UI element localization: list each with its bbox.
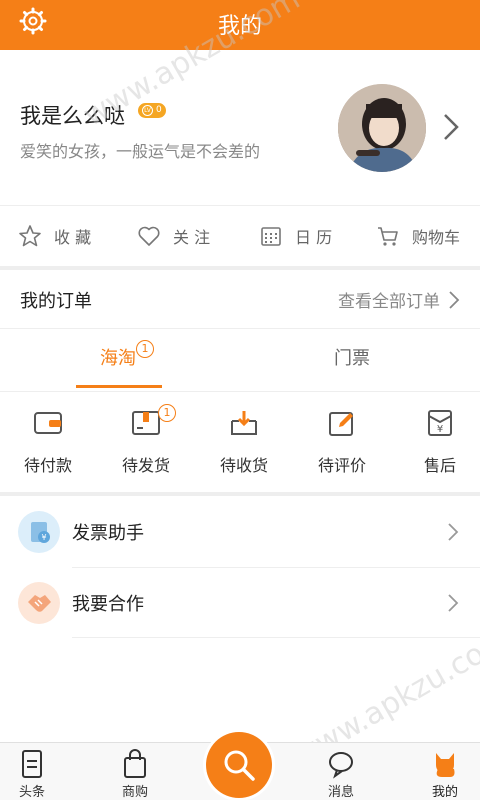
follow-label: 关 注 bbox=[173, 228, 211, 247]
nav-shopping[interactable]: 商购 bbox=[105, 749, 165, 800]
level-badge-label: LV bbox=[142, 105, 153, 116]
status-pending-review[interactable]: 待评价 bbox=[294, 408, 390, 476]
view-all-orders-link[interactable]: 查看全部订单 bbox=[338, 287, 440, 312]
avatar-image bbox=[338, 84, 426, 172]
status-pending-payment[interactable]: 待付款 bbox=[0, 408, 96, 476]
chevron-right-icon bbox=[448, 523, 459, 541]
status-label: 待评价 bbox=[317, 456, 366, 475]
svg-text:¥: ¥ bbox=[41, 533, 46, 542]
nav-label: 我的 bbox=[431, 785, 458, 800]
follow-button[interactable]: 关 注 bbox=[137, 223, 210, 249]
section-divider bbox=[0, 492, 480, 496]
heart-icon bbox=[138, 226, 160, 246]
status-label: 待付款 bbox=[23, 456, 72, 475]
status-after-sales[interactable]: ¥ 售后 bbox=[392, 408, 480, 476]
star-icon bbox=[19, 225, 41, 247]
refund-icon: ¥ bbox=[428, 410, 452, 436]
level-badge: LV 0 bbox=[138, 103, 166, 118]
tab-active-indicator bbox=[76, 385, 162, 388]
chevron-right-icon bbox=[448, 594, 459, 612]
nav-messages[interactable]: 消息 bbox=[311, 749, 371, 800]
tab-tickets[interactable]: 门票 bbox=[334, 344, 370, 370]
cat-icon bbox=[436, 753, 455, 777]
status-label: 售后 bbox=[423, 456, 456, 475]
menu-invoice-assistant[interactable]: ¥ 发票助手 bbox=[0, 497, 480, 567]
top-header: 我的 bbox=[0, 0, 480, 50]
edit-icon bbox=[329, 412, 353, 436]
search-icon bbox=[224, 750, 255, 781]
chevron-right-icon[interactable] bbox=[448, 290, 460, 310]
nav-label: 商购 bbox=[121, 785, 148, 800]
avatar[interactable] bbox=[338, 84, 426, 172]
chevron-right-icon[interactable] bbox=[442, 112, 460, 142]
nav-label: 头条 bbox=[18, 785, 45, 800]
page-title: 我的 bbox=[217, 14, 262, 39]
menu-cooperation[interactable]: 我要合作 bbox=[0, 568, 480, 638]
handshake-icon bbox=[18, 582, 60, 624]
tab-haitao[interactable]: 海淘 bbox=[100, 344, 136, 370]
shopping-bag-icon bbox=[124, 749, 146, 778]
menu-label: 我要合作 bbox=[72, 594, 144, 615]
wallet-icon bbox=[34, 412, 62, 434]
cart-label: 购物车 bbox=[412, 228, 461, 247]
svg-text:¥: ¥ bbox=[437, 424, 443, 435]
search-button[interactable] bbox=[206, 732, 272, 798]
profile-card[interactable]: 我是么么哒 LV 0 爱笑的女孩，一般运气是不会差的 bbox=[0, 50, 480, 205]
order-status-row: 待付款 待发货 1 待收货 待评价 ¥ 售后 bbox=[0, 392, 480, 492]
nav-label: 消息 bbox=[327, 785, 354, 800]
message-icon bbox=[329, 752, 353, 779]
profile-name: 我是么么哒 bbox=[20, 104, 125, 128]
nav-mine[interactable]: 我的 bbox=[415, 749, 475, 800]
orders-header: 我的订单 查看全部订单 bbox=[0, 270, 480, 328]
divider bbox=[72, 637, 480, 638]
orders-title: 我的订单 bbox=[20, 291, 92, 312]
status-badge: 1 bbox=[158, 404, 176, 422]
favorites-button[interactable]: 收 藏 bbox=[18, 223, 91, 249]
news-icon bbox=[22, 750, 42, 778]
quick-actions-bar: 收 藏 关 注 日 历 购物车 bbox=[0, 206, 480, 266]
status-pending-shipment[interactable]: 待发货 bbox=[98, 408, 194, 476]
order-tabs: 海淘 1 门票 bbox=[0, 329, 480, 391]
inbox-icon bbox=[231, 411, 257, 435]
calendar-button[interactable]: 日 历 bbox=[259, 223, 332, 249]
level-badge-value: 0 bbox=[156, 105, 162, 115]
cart-icon bbox=[378, 227, 398, 246]
package-icon bbox=[132, 411, 160, 435]
nav-headlines[interactable]: 头条 bbox=[2, 749, 62, 800]
favorites-label: 收 藏 bbox=[54, 228, 92, 247]
calendar-icon bbox=[261, 227, 281, 246]
menu-label: 发票助手 bbox=[72, 523, 144, 544]
invoice-icon: ¥ bbox=[18, 511, 60, 553]
profile-motto: 爱笑的女孩，一般运气是不会差的 bbox=[20, 142, 261, 161]
status-label: 待发货 bbox=[121, 456, 170, 475]
status-pending-receipt[interactable]: 待收货 bbox=[196, 408, 292, 476]
tab-badge: 1 bbox=[136, 340, 154, 358]
cart-button[interactable]: 购物车 bbox=[376, 223, 460, 249]
status-label: 待收货 bbox=[219, 456, 268, 475]
calendar-label: 日 历 bbox=[295, 228, 333, 247]
